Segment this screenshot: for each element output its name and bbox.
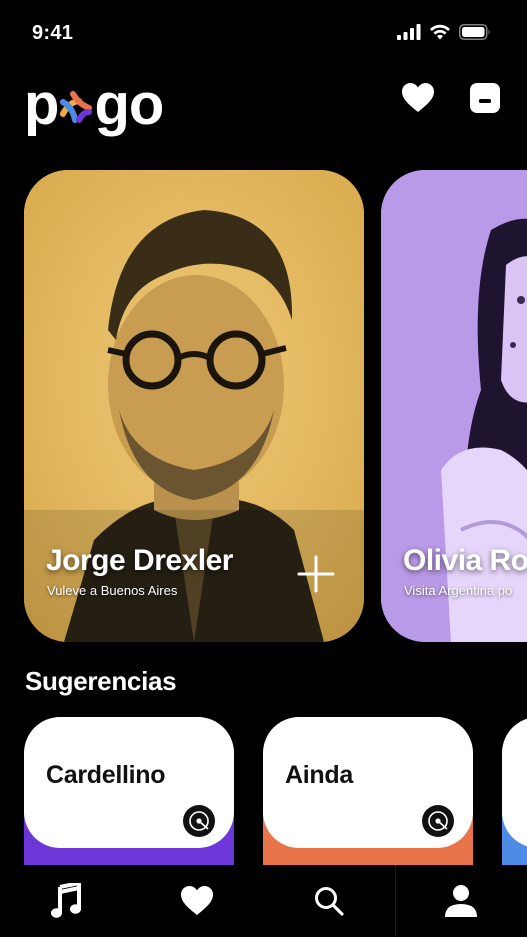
featured-card-jorge-drexler[interactable]: Jorge Drexler Vuleve a Buenos Aires — [24, 170, 364, 642]
card-subtitle: Visita Argentina po — [404, 583, 513, 598]
status-time: 9:41 — [32, 22, 74, 44]
tab-search[interactable] — [263, 865, 395, 937]
card-subtitle: Vuleve a Buenos Aires — [47, 583, 178, 598]
tab-music[interactable] — [0, 865, 132, 937]
wifi-icon — [430, 24, 450, 40]
card-title: Jorge Drexler — [46, 544, 233, 577]
suggestion-title: Cardellino — [46, 761, 166, 789]
profile-icon — [445, 885, 478, 917]
logo-mark-icon — [60, 91, 93, 123]
chat-icon[interactable] — [469, 82, 501, 114]
featured-carousel[interactable]: Jorge Drexler Vuleve a Buenos Aires Oliv… — [0, 170, 527, 642]
heart-icon[interactable] — [401, 82, 435, 114]
logo-text-left: p — [24, 72, 59, 137]
status-icons — [397, 24, 491, 40]
cellular-signal-icon — [397, 24, 421, 40]
suggestion-card-partial[interactable] — [502, 717, 527, 865]
suggestion-card-face — [502, 717, 527, 848]
featured-card-olivia[interactable]: Olivia Ro Visita Argentina po — [381, 170, 527, 642]
vinyl-record-icon — [422, 805, 454, 837]
suggestion-card-ainda[interactable]: Ainda — [263, 717, 473, 865]
app-logo: p go — [24, 72, 164, 137]
suggestion-card-cardellino[interactable]: Cardellino — [24, 717, 234, 865]
battery-icon — [459, 24, 490, 40]
tab-bar — [0, 865, 527, 937]
vinyl-record-icon — [183, 805, 215, 837]
music-note-icon — [50, 883, 81, 918]
heart-icon — [181, 886, 214, 915]
suggestions-list[interactable]: Cardellino Ainda — [0, 717, 527, 865]
tab-profile[interactable] — [394, 865, 527, 937]
status-bar: 9:41 — [0, 0, 527, 60]
card-title: Olivia Ro — [403, 544, 527, 577]
logo-text-right: go — [94, 72, 164, 137]
plus-icon[interactable] — [296, 554, 336, 594]
suggestions-title: Sugerencias — [25, 666, 177, 696]
suggestion-title: Ainda — [285, 761, 353, 789]
tab-favorites[interactable] — [132, 865, 264, 937]
search-icon — [314, 887, 344, 916]
